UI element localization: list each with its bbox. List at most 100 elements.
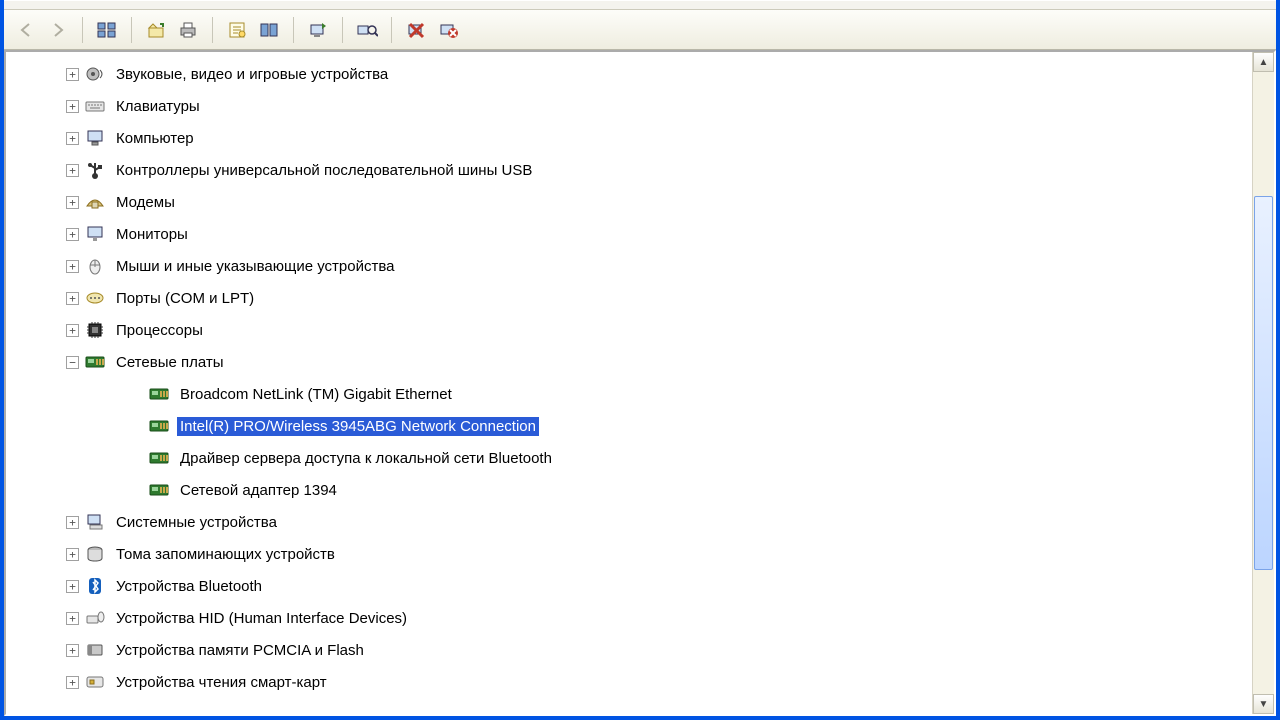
expand-toggle[interactable]: + xyxy=(66,644,79,657)
bluetooth-icon xyxy=(85,576,105,596)
tree-item-label[interactable]: Порты (COM и LPT) xyxy=(113,289,257,308)
tree-item[interactable]: + Устройства чтения смарт-карт xyxy=(6,666,1252,698)
toolbar xyxy=(4,10,1276,50)
tree-item-label[interactable]: Устройства Bluetooth xyxy=(113,577,265,596)
expand-toggle[interactable]: + xyxy=(66,292,79,305)
tree-item[interactable]: + Процессоры xyxy=(6,314,1252,346)
tree-item[interactable]: + Контроллеры универсальной последователь… xyxy=(6,154,1252,186)
expand-toggle[interactable]: + xyxy=(66,548,79,561)
tree-item-label[interactable]: Сетевой адаптер 1394 xyxy=(177,481,340,500)
expand-toggle[interactable]: + xyxy=(66,196,79,209)
tree-item-label[interactable]: Компьютер xyxy=(113,129,197,148)
nic-icon xyxy=(149,416,169,436)
tree-item[interactable]: + Устройства HID (Human Interface Devices… xyxy=(6,602,1252,634)
sound-icon xyxy=(85,64,105,84)
properties-button[interactable] xyxy=(223,16,251,44)
mouse-icon xyxy=(85,256,105,276)
nic-icon xyxy=(149,384,169,404)
tree-connector xyxy=(130,484,143,497)
scan-hardware-button[interactable] xyxy=(353,16,381,44)
nav-back-button[interactable] xyxy=(12,16,40,44)
expand-toggle[interactable]: + xyxy=(66,580,79,593)
client-area: + Звуковые, видео и игровые устройства + Кл… xyxy=(4,50,1276,716)
tree-item-label[interactable]: Тома запоминающих устройств xyxy=(113,545,338,564)
tree-item-label[interactable]: Звуковые, видео и игровые устройства xyxy=(113,65,391,84)
expand-toggle[interactable]: + xyxy=(66,164,79,177)
print-button[interactable] xyxy=(174,16,202,44)
tree-item[interactable]: + Устройства Bluetooth xyxy=(6,570,1252,602)
expand-toggle[interactable]: + xyxy=(66,100,79,113)
volume-icon xyxy=(85,544,105,564)
tree-item[interactable]: Сетевой адаптер 1394 xyxy=(6,474,1252,506)
tree-item-label[interactable]: Процессоры xyxy=(113,321,206,340)
tree-item-label[interactable]: Модемы xyxy=(113,193,178,212)
scroll-down-button[interactable]: ▼ xyxy=(1253,694,1274,714)
expand-toggle[interactable]: + xyxy=(66,612,79,625)
menubar xyxy=(4,0,1276,10)
system-icon xyxy=(85,512,105,532)
tree-connector xyxy=(130,388,143,401)
tree-item-label[interactable]: Мыши и иные указывающие устройства xyxy=(113,257,397,276)
nav-forward-button[interactable] xyxy=(44,16,72,44)
usb-icon xyxy=(85,160,105,180)
tree-item[interactable]: + Звуковые, видео и игровые устройства xyxy=(6,58,1252,90)
scroll-up-button[interactable]: ▲ xyxy=(1253,52,1274,72)
device-manager-window: + Звуковые, видео и игровые устройства + Кл… xyxy=(0,0,1280,720)
smartcard-icon xyxy=(85,672,105,692)
pcmcia-icon xyxy=(85,640,105,660)
tree-item[interactable]: + Мониторы xyxy=(6,218,1252,250)
expand-toggle[interactable]: + xyxy=(66,260,79,273)
device-tree[interactable]: + Звуковые, видео и игровые устройства + Кл… xyxy=(6,52,1252,714)
tree-item[interactable]: − Сетевые платы xyxy=(6,346,1252,378)
tree-item-label[interactable]: Устройства памяти PCMCIA и Flash xyxy=(113,641,367,660)
tree-item-label[interactable]: Драйвер сервера доступа к локальной сети… xyxy=(177,449,555,468)
tree-item[interactable]: + Системные устройства xyxy=(6,506,1252,538)
scroll-thumb[interactable] xyxy=(1254,196,1273,569)
tree-item[interactable]: Драйвер сервера доступа к локальной сети… xyxy=(6,442,1252,474)
tree-item-label[interactable]: Клавиатуры xyxy=(113,97,203,116)
console-button[interactable] xyxy=(255,16,283,44)
tree-item-label[interactable]: Мониторы xyxy=(113,225,191,244)
up-button[interactable] xyxy=(142,16,170,44)
expand-toggle[interactable]: + xyxy=(66,324,79,337)
tree-item-label[interactable]: Устройства чтения смарт-карт xyxy=(113,673,330,692)
uninstall-button[interactable] xyxy=(434,16,462,44)
expand-toggle[interactable]: + xyxy=(66,132,79,145)
hid-icon xyxy=(85,608,105,628)
tree-item[interactable]: + Тома запоминающих устройств xyxy=(6,538,1252,570)
tree-item[interactable]: + Устройства памяти PCMCIA и Flash xyxy=(6,634,1252,666)
tree-item-label[interactable]: Intel(R) PRO/Wireless 3945ABG Network Co… xyxy=(177,417,539,436)
nic-icon xyxy=(149,448,169,468)
cpu-icon xyxy=(85,320,105,340)
tree-connector xyxy=(130,420,143,433)
tree-item[interactable]: + Модемы xyxy=(6,186,1252,218)
vertical-scrollbar[interactable]: ▲ ▼ xyxy=(1252,52,1274,714)
views-button[interactable] xyxy=(93,16,121,44)
disable-button[interactable] xyxy=(402,16,430,44)
expand-toggle[interactable]: + xyxy=(66,516,79,529)
nic-icon xyxy=(85,352,105,372)
tree-item[interactable]: Intel(R) PRO/Wireless 3945ABG Network Co… xyxy=(6,410,1252,442)
expand-toggle[interactable]: + xyxy=(66,68,79,81)
toolbar-separator xyxy=(342,17,343,43)
tree-item-label[interactable]: Системные устройства xyxy=(113,513,280,532)
toolbar-separator xyxy=(293,17,294,43)
collapse-toggle[interactable]: − xyxy=(66,356,79,369)
tree-item[interactable]: + Клавиатуры xyxy=(6,90,1252,122)
scroll-track[interactable] xyxy=(1253,72,1274,694)
toolbar-separator xyxy=(391,17,392,43)
modem-icon xyxy=(85,192,105,212)
tree-item[interactable]: + Мыши и иные указывающие устройства xyxy=(6,250,1252,282)
refresh-button[interactable] xyxy=(304,16,332,44)
tree-item[interactable]: Broadcom NetLink (TM) Gigabit Ethernet xyxy=(6,378,1252,410)
keyboard-icon xyxy=(85,96,105,116)
expand-toggle[interactable]: + xyxy=(66,228,79,241)
tree-item[interactable]: + Порты (COM и LPT) xyxy=(6,282,1252,314)
tree-item-label[interactable]: Устройства HID (Human Interface Devices) xyxy=(113,609,410,628)
expand-toggle[interactable]: + xyxy=(66,676,79,689)
monitor-icon xyxy=(85,224,105,244)
tree-item-label[interactable]: Контроллеры универсальной последовательн… xyxy=(113,161,535,180)
tree-item-label[interactable]: Broadcom NetLink (TM) Gigabit Ethernet xyxy=(177,385,455,404)
tree-item[interactable]: + Компьютер xyxy=(6,122,1252,154)
tree-item-label[interactable]: Сетевые платы xyxy=(113,353,227,372)
